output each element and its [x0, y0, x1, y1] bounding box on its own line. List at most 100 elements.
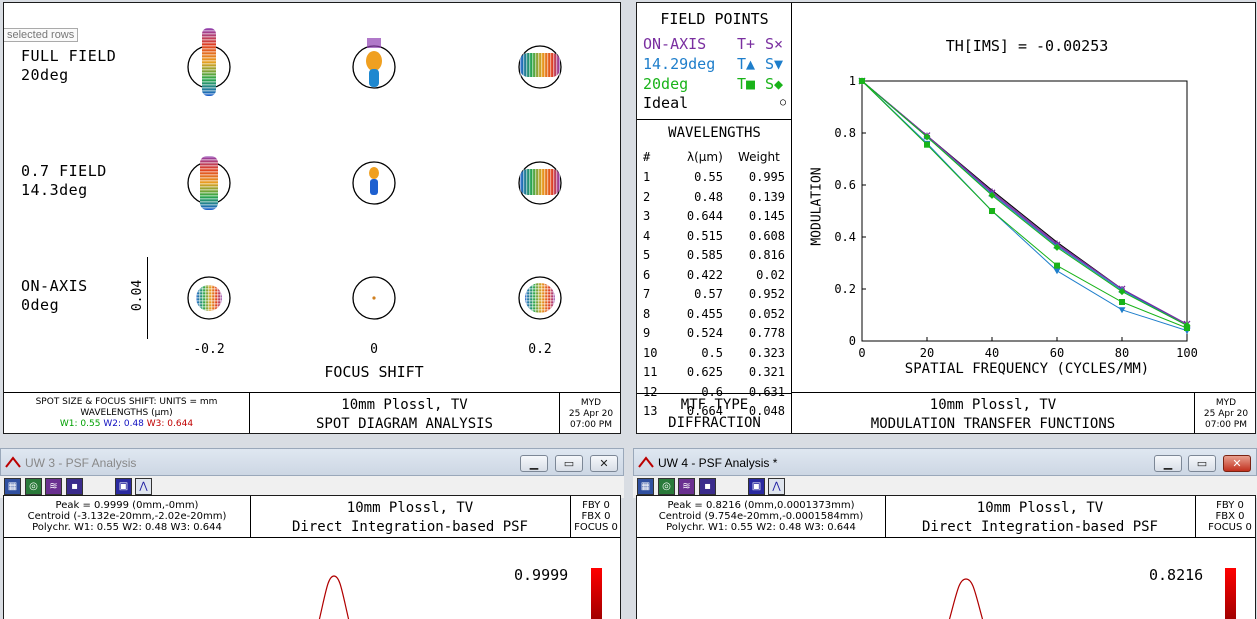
- focus-tick-pos: 0.2: [528, 342, 552, 357]
- x-tick-label: 0: [858, 346, 865, 360]
- mtf-series-line: [861, 80, 1188, 325]
- uw3-maximize-button[interactable]: ▭: [555, 455, 583, 472]
- chart-ylabel: MODULATION: [809, 167, 825, 246]
- mtf-marker: [989, 208, 995, 214]
- fp-ideal: Ideal ○: [643, 94, 787, 112]
- wl-row: 11 0.625 0.321: [643, 365, 785, 379]
- uw3-close-button[interactable]: ✕: [590, 455, 618, 472]
- wl-row: 4 0.515 0.608: [643, 228, 785, 243]
- wl-label-3: W3: 0.644: [146, 419, 194, 429]
- x-tick-label: 20: [920, 346, 934, 360]
- mtf-series-line: [861, 80, 1188, 326]
- spot-patterns: [187, 28, 562, 320]
- y-tick-label: 0.2: [834, 282, 856, 296]
- uw3-titlebar[interactable]: UW 3 - PSF Analysis ▁ ▭ ✕: [0, 448, 624, 476]
- uw3-psf-title: 10mm Plossl, TV Direct Integration-based …: [291, 500, 528, 535]
- profile-tool-icon[interactable]: ⋀: [768, 478, 785, 495]
- focus-shift-label: FOCUS SHIFT: [324, 363, 424, 381]
- mtf-marker: [1053, 268, 1061, 275]
- wl-row: 1 0.55 0.995: [643, 170, 785, 184]
- wl-label-2: W2: 0.48: [103, 419, 144, 429]
- box-tool-icon[interactable]: ▣: [115, 478, 132, 495]
- spot-stamp: MYD 25 Apr 20 07:00 PM: [568, 398, 614, 430]
- fp-onaxis: ON-AXIS T+ S×: [643, 35, 784, 53]
- mtf-series-line: [861, 80, 1188, 332]
- uw4-colorbar: [1225, 568, 1236, 619]
- uw3-minimize-button[interactable]: ▁: [520, 455, 548, 472]
- y-tick-label: 0.4: [834, 230, 856, 244]
- psf-app-icon: [638, 456, 654, 468]
- uw3-psf-info: Peak = 0.9999 (0mm,-0mm) Centroid (-3.132…: [27, 500, 227, 533]
- mtf-series-line: [861, 80, 1188, 326]
- wl-row: 6 0.422 0.02: [643, 267, 785, 282]
- x-tick-label: 80: [1115, 346, 1129, 360]
- focus-tick-zero: 0: [370, 342, 378, 357]
- layers-tool-icon[interactable]: ≋: [678, 478, 695, 495]
- grid-tool-icon[interactable]: ▦: [637, 478, 654, 495]
- psf-app-icon: [5, 456, 21, 468]
- wl-row: 9 0.524 0.778: [643, 326, 785, 340]
- target-tool-icon[interactable]: ◎: [25, 478, 42, 495]
- x-tick-label: 40: [985, 346, 999, 360]
- x-tick-label: 100: [1176, 346, 1198, 360]
- point-tool-icon[interactable]: ▪: [699, 478, 716, 495]
- uw4-psf-title: 10mm Plossl, TV Direct Integration-based …: [921, 500, 1158, 535]
- mtf-legend-panel: FIELD POINTS ON-AXIS T+ S× 14.29deg T▲ S…: [637, 3, 792, 433]
- wl-label-1: W1: 0.55: [59, 419, 101, 429]
- plot-frame: [861, 80, 1188, 342]
- x-tick-label: 60: [1050, 346, 1064, 360]
- wl-row: 3 0.644 0.145: [643, 209, 785, 223]
- uw4-maximize-button[interactable]: ▭: [1188, 455, 1216, 472]
- spot-diagram-window[interactable]: selected rows FULL FIELD 20deg 0.7 FIELD 1…: [3, 2, 621, 434]
- box-tool-icon[interactable]: ▣: [748, 478, 765, 495]
- chart-xlabel: SPATIAL FREQUENCY (CYCLES/MM): [904, 361, 1150, 377]
- mtf-window[interactable]: FIELD POINTS ON-AXIS T+ S× 14.29deg T▲ S…: [636, 2, 1256, 434]
- mtf-series-line: [861, 80, 1188, 329]
- uw4-close-button[interactable]: ✕: [1223, 455, 1251, 472]
- grid-tool-icon[interactable]: ▦: [4, 478, 21, 495]
- layers-tool-icon[interactable]: ≋: [45, 478, 62, 495]
- target-tool-icon[interactable]: ◎: [658, 478, 675, 495]
- uw3-psf-stats: FBY 0 FBX 0 FOCUS 0: [574, 500, 618, 533]
- uw4-titlebar[interactable]: UW 4 - PSF Analysis * ▁ ▭ ✕: [633, 448, 1257, 476]
- point-tool-icon[interactable]: ▪: [66, 478, 83, 495]
- wl-header: # λ(μm) Weight: [643, 150, 780, 164]
- y-tick-label: 0.8: [834, 126, 856, 140]
- mtf-marker: [1119, 299, 1125, 305]
- focus-tick-neg: -0.2: [193, 342, 225, 357]
- mtf-series-line: [861, 80, 1188, 326]
- uw4-psf-peak-curve: [948, 578, 984, 619]
- spot-subtitle: SPOT DIAGRAM ANALYSIS: [315, 416, 493, 432]
- y-tick-label: 0: [849, 334, 856, 348]
- uw3-psf-window[interactable]: Peak = 0.9999 (0mm,-0mm) Centroid (-3.132…: [3, 495, 621, 619]
- uw3-psf-peak-curve: [318, 575, 350, 619]
- mtf-subtitle: MODULATION TRANSFER FUNCTIONS: [870, 416, 1116, 432]
- uw4-psf-info: Peak = 0.8216 (0mm,0.0001373mm) Centroid …: [658, 500, 864, 533]
- uw4-psf-stats: FBY 0 FBX 0 FOCUS 0: [1208, 500, 1252, 533]
- wl-row: 8 0.455 0.052: [643, 306, 785, 321]
- mtf-marker: [924, 141, 930, 148]
- fp-20: 20deg T■ S◆: [643, 75, 784, 93]
- spot-info-cell: SPOT SIZE & FOCUS SHIFT: UNITS = mm WAVE…: [4, 393, 250, 433]
- mtf-chart: 0 20 40 60 80 100 0 0.2 0.4 0.6 0.8 1: [834, 74, 1198, 360]
- fp-1429: 14.29deg T▲ S▼: [643, 55, 784, 73]
- uw3-peak-value: 0.9999: [514, 566, 569, 584]
- field-points-title: FIELD POINTS: [660, 10, 769, 28]
- mtf-stamp: MYD 25 Apr 20 07:00 PM: [1203, 398, 1249, 430]
- wl-row: 2 0.48 0.139: [643, 189, 785, 204]
- mtf-title-block: 10mm Plossl, TV MODULATION TRANSFER FUNC…: [792, 392, 1255, 433]
- uw4-window-title: UW 4 - PSF Analysis *: [658, 456, 778, 470]
- uw4-psf-window[interactable]: Peak = 0.8216 (0mm,0.0001373mm) Centroid …: [636, 495, 1256, 619]
- uw4-peak-value: 0.8216: [1149, 566, 1204, 584]
- wl-row: 10 0.5 0.323: [643, 345, 785, 360]
- uw3-window-title: UW 3 - PSF Analysis: [25, 456, 137, 470]
- uw4-minimize-button[interactable]: ▁: [1154, 455, 1182, 472]
- mtf-title: 10mm Plossl, TV: [929, 397, 1057, 413]
- wavelengths-title: WAVELENGTHS: [668, 125, 761, 141]
- wl-row: 7 0.57 0.952: [643, 287, 785, 301]
- wl-row: 5 0.585 0.816: [643, 248, 785, 262]
- spot-title: 10mm Plossl, TV: [341, 397, 468, 413]
- mtf-series-line: [861, 80, 1188, 326]
- profile-tool-icon[interactable]: ⋀: [135, 478, 152, 495]
- y-tick-label: 1: [849, 74, 856, 88]
